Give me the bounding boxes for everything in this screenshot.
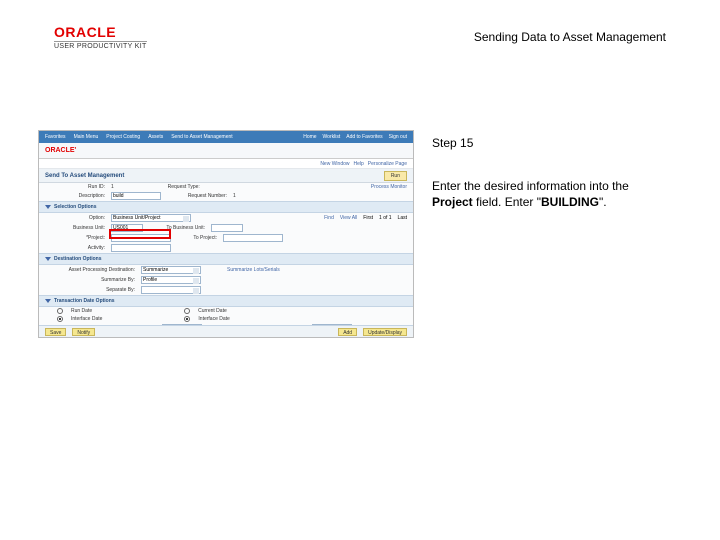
logo-area: ORACLE USER PRODUCTIVITY KIT [54, 24, 147, 50]
app-screenshot: Favorites Main Menu Project Costing Asse… [38, 130, 414, 338]
option-select[interactable]: Business Unit/Project [111, 214, 191, 222]
oracle-logo-subtitle: USER PRODUCTIVITY KIT [54, 41, 147, 50]
step-instruction: Enter the desired information into the P… [432, 178, 668, 210]
section-date-label: Transaction Date Options [54, 298, 115, 304]
instruction-prefix: Enter the desired information into the [432, 179, 629, 193]
instruction-value: BUILDING [541, 195, 599, 209]
app-topbar: Favorites Main Menu Project Costing Asse… [39, 131, 413, 143]
activity-input[interactable] [111, 244, 171, 252]
to-project-input[interactable] [223, 234, 283, 242]
project-row: *Project: To Project: [39, 233, 413, 243]
run-id-row: Run ID: 1 Request Type: Process Monitor [39, 183, 413, 191]
activity-row: Activity: [39, 243, 413, 253]
instruction-mid: field. Enter " [473, 195, 541, 209]
run-id-label: Run ID: [45, 184, 105, 190]
business-unit-row: Business Unit: US001 To Business Unit: [39, 223, 413, 233]
section-destination-label: Destination Options [54, 256, 102, 262]
section-selection-label: Selection Options [54, 204, 97, 210]
link-help[interactable]: Help [354, 161, 364, 167]
separate-by-label: Separate By: [45, 287, 135, 293]
description-input[interactable]: build [111, 192, 161, 200]
link-add-fav[interactable]: Add to Favorites [346, 134, 382, 140]
radio-current-date-label: Current Date [198, 308, 227, 314]
app-page-titlebar: Send To Asset Management Run [39, 169, 413, 183]
run-button[interactable]: Run [384, 171, 407, 181]
paging-indicator: 1 of 1 [379, 215, 392, 221]
radio-current-date[interactable] [184, 308, 190, 314]
chevron-down-icon [45, 205, 51, 209]
crumb-assets[interactable]: Assets [148, 134, 163, 140]
link-home[interactable]: Home [303, 134, 316, 140]
process-monitor-link[interactable]: Process Monitor [371, 184, 407, 190]
crumb-send-to-am[interactable]: Send to Asset Management [171, 134, 232, 140]
request-number-label: Request Number: [167, 193, 227, 199]
app-page-title: Send To Asset Management [45, 173, 124, 179]
instruction-suffix: ". [599, 195, 607, 209]
app-bottom-bar: Save Notify Add Update/Display [39, 325, 413, 337]
section-destination-options[interactable]: Destination Options [39, 253, 413, 265]
summarize-by-label: Summarize By: [45, 277, 135, 283]
crumb-favorites[interactable]: Favorites [45, 134, 66, 140]
to-project-label: To Project: [177, 235, 217, 241]
summarize-by-row: Summarize By: Profile [39, 275, 413, 285]
notify-button[interactable]: Notify [72, 328, 95, 336]
dest-select[interactable]: Summarize [141, 266, 201, 274]
separate-by-row: Separate By: [39, 285, 413, 295]
link-personalize[interactable]: Personalize Page [368, 161, 407, 167]
document-title: Sending Data to Asset Management [474, 30, 666, 44]
link-signout[interactable]: Sign out [389, 134, 407, 140]
radio-interface-date-2[interactable] [184, 316, 190, 322]
date-radios-row2: Interface Date Interface Date [39, 315, 413, 323]
request-type-label: Request Type: [120, 184, 200, 190]
date-radios-row1: Run Date Current Date [39, 307, 413, 315]
dest-label: Asset Processing Destination: [45, 267, 135, 273]
update-display-button[interactable]: Update/Display [363, 328, 407, 336]
instruction-field-name: Project [432, 195, 473, 209]
paging-first[interactable]: First [363, 215, 373, 221]
separate-by-select[interactable] [141, 286, 201, 294]
request-number-value: 1 [233, 193, 236, 199]
save-button[interactable]: Save [45, 328, 66, 336]
crumb-project-costing[interactable]: Project Costing [106, 134, 140, 140]
radio-interface-date-2-label: Interface Date [198, 316, 229, 322]
bu-label: Business Unit: [45, 225, 105, 231]
chevron-down-icon [45, 299, 51, 303]
topbar-actions: Home Worklist Add to Favorites Sign out [303, 134, 407, 140]
link-new-window[interactable]: New Window [320, 161, 349, 167]
summarize-lots-link[interactable]: Summarize Lots/Serials [227, 267, 280, 273]
app-oracle-logo: ORACLE' [45, 147, 76, 154]
oracle-logo: ORACLE [54, 24, 147, 40]
project-label: *Project: [45, 235, 105, 241]
view-all-link[interactable]: View All [340, 215, 357, 221]
find-link[interactable]: Find [324, 215, 334, 221]
breadcrumb: Favorites Main Menu Project Costing Asse… [45, 134, 233, 140]
option-row: Option: Business Unit/Project Find View … [39, 213, 413, 223]
step-label: Step 15 [432, 136, 473, 150]
dest-row: Asset Processing Destination: Summarize … [39, 265, 413, 275]
paging-last[interactable]: Last [398, 215, 407, 221]
radio-interface-date-1[interactable] [57, 316, 63, 322]
to-bu-input[interactable] [211, 224, 243, 232]
activity-label: Activity: [45, 245, 105, 251]
run-id-value: 1 [111, 184, 114, 190]
option-label: Option: [45, 215, 105, 221]
link-worklist[interactable]: Worklist [323, 134, 341, 140]
radio-interface-date-1-label: Interface Date [71, 316, 102, 322]
app-logobar: ORACLE' [39, 143, 413, 159]
section-selection-options[interactable]: Selection Options [39, 201, 413, 213]
highlight-project-field [109, 229, 171, 239]
radio-run-date-label: Run Date [71, 308, 92, 314]
crumb-main-menu[interactable]: Main Menu [74, 134, 99, 140]
section-date-options[interactable]: Transaction Date Options [39, 295, 413, 307]
summarize-by-select[interactable]: Profile [141, 276, 201, 284]
app-subnav: New Window Help Personalize Page [39, 159, 413, 169]
add-button[interactable]: Add [338, 328, 357, 336]
description-label: Description: [45, 193, 105, 199]
description-row: Description: build Request Number: 1 [39, 191, 413, 201]
chevron-down-icon [45, 257, 51, 261]
radio-run-date[interactable] [57, 308, 63, 314]
